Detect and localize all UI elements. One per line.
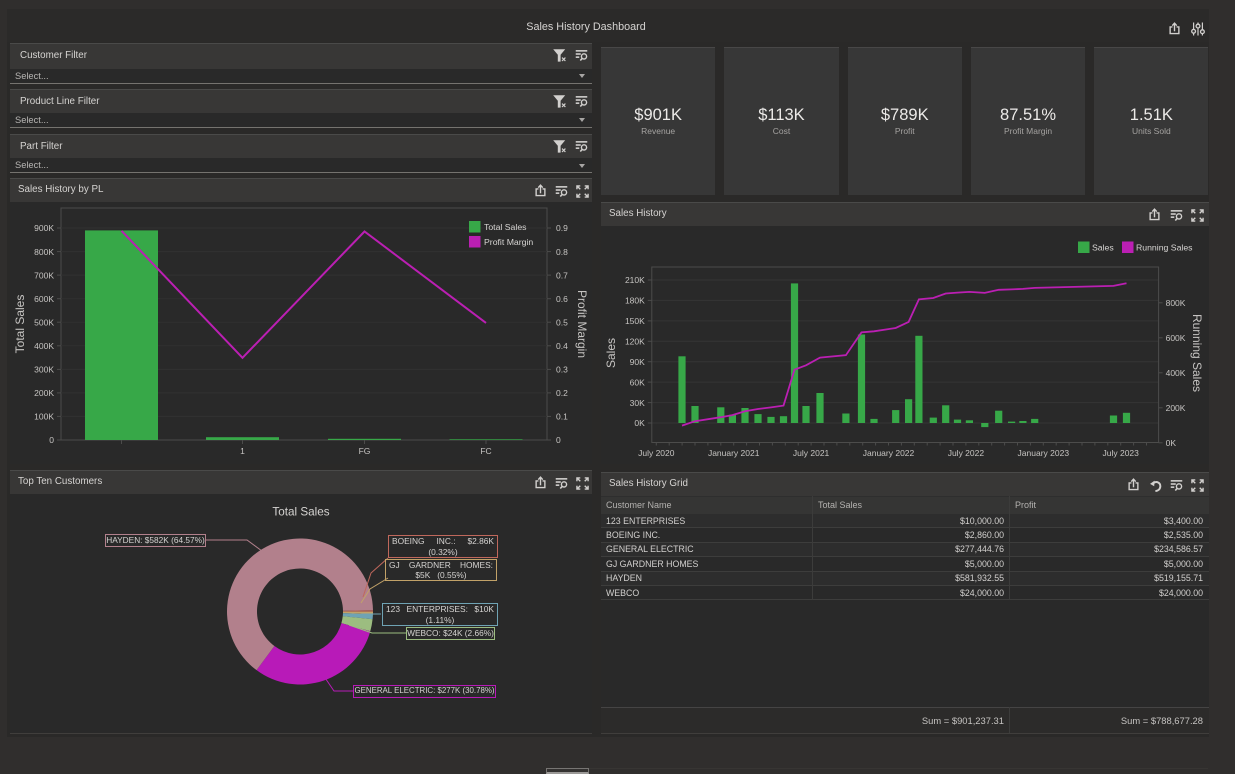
svg-text:0K: 0K — [634, 418, 645, 428]
svg-text:Sales: Sales — [604, 338, 618, 368]
svg-text:0.9: 0.9 — [556, 223, 568, 233]
svg-text:0.3: 0.3 — [556, 365, 568, 375]
svg-text:150K: 150K — [625, 316, 645, 326]
svg-text:60K: 60K — [630, 377, 645, 387]
svg-text:January 2023: January 2023 — [1018, 448, 1070, 458]
svg-text:Sales: Sales — [1092, 242, 1114, 252]
svg-text:0.4: 0.4 — [556, 341, 568, 351]
svg-text:0: 0 — [556, 435, 561, 445]
svg-text:0.6: 0.6 — [556, 294, 568, 304]
svg-text:400K: 400K — [1166, 368, 1186, 378]
svg-text:30K: 30K — [630, 398, 645, 408]
svg-text:July 2023: July 2023 — [1103, 448, 1140, 458]
svg-text:Running Sales: Running Sales — [1136, 242, 1193, 252]
svg-text:Total Sales: Total Sales — [13, 295, 27, 354]
svg-text:0.8: 0.8 — [556, 247, 568, 257]
svg-text:Total Sales: Total Sales — [272, 506, 329, 519]
svg-text:120K: 120K — [625, 337, 645, 347]
svg-text:0.1: 0.1 — [556, 412, 568, 422]
svg-text:FG: FG — [359, 446, 371, 456]
svg-text:0K: 0K — [1166, 438, 1177, 448]
svg-text:0.5: 0.5 — [556, 317, 568, 327]
svg-text:500K: 500K — [34, 317, 54, 327]
svg-text:0.7: 0.7 — [556, 270, 568, 280]
svg-text:July 2021: July 2021 — [793, 448, 830, 458]
svg-text:Profit Margin: Profit Margin — [484, 237, 533, 247]
svg-text:Total Sales: Total Sales — [484, 222, 527, 232]
svg-text:1: 1 — [240, 446, 245, 456]
svg-text:0: 0 — [49, 435, 54, 445]
svg-text:180K: 180K — [625, 296, 645, 306]
svg-text:January 2021: January 2021 — [708, 448, 760, 458]
svg-text:800K: 800K — [1166, 298, 1186, 308]
svg-text:July 2020: July 2020 — [638, 448, 675, 458]
svg-text:Profit Margin: Profit Margin — [575, 290, 589, 358]
svg-text:Running Sales: Running Sales — [1190, 314, 1204, 392]
svg-text:400K: 400K — [34, 341, 54, 351]
svg-text:July 2022: July 2022 — [948, 448, 985, 458]
svg-text:700K: 700K — [34, 270, 54, 280]
svg-text:FC: FC — [480, 446, 491, 456]
svg-text:200K: 200K — [1166, 403, 1186, 413]
svg-text:0.2: 0.2 — [556, 388, 568, 398]
svg-text:200K: 200K — [34, 388, 54, 398]
svg-text:90K: 90K — [630, 357, 645, 367]
svg-text:210K: 210K — [625, 275, 645, 285]
svg-text:600K: 600K — [1166, 333, 1186, 343]
svg-text:300K: 300K — [34, 365, 54, 375]
svg-text:600K: 600K — [34, 294, 54, 304]
svg-text:900K: 900K — [34, 223, 54, 233]
svg-text:800K: 800K — [34, 247, 54, 257]
svg-text:January 2022: January 2022 — [863, 448, 915, 458]
svg-text:100K: 100K — [34, 412, 54, 422]
